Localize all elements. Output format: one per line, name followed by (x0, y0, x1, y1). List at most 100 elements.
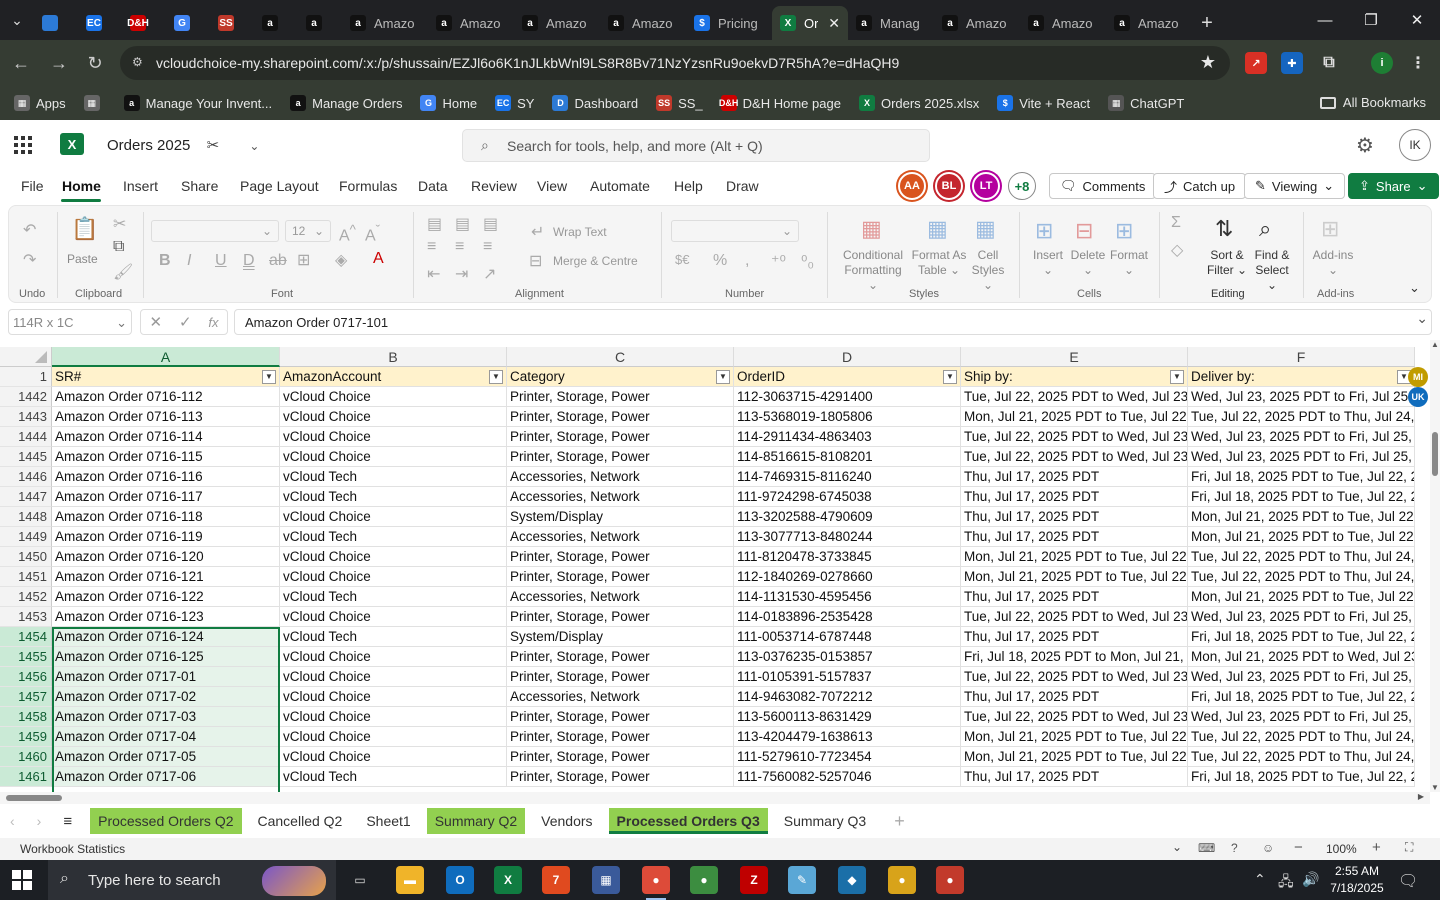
merge-centre-label[interactable]: Merge & Centre (553, 254, 638, 268)
table-cell[interactable]: 111-7560082-5257046 (734, 767, 961, 787)
table-cell[interactable]: Amazon Order 0717-03 (52, 707, 280, 727)
minimize-icon[interactable]: — (1302, 0, 1348, 40)
align-center-icon[interactable]: ≡ (455, 238, 464, 256)
merge-icon[interactable]: ⊟ (529, 251, 542, 271)
chevron-down-icon[interactable]: ⌄ (249, 139, 259, 153)
table-cell[interactable]: Wed, Jul 23, 2025 PDT to Fri, Jul 25, 2 … (1188, 427, 1415, 447)
table-cell[interactable]: vCloud Choice (280, 387, 507, 407)
table-cell[interactable]: Mon, Jul 21, 2025 PDT to Tue, Jul 22, 2 (961, 407, 1188, 427)
browser-tab[interactable]: D&H (122, 6, 166, 40)
addins-button[interactable]: Add-ins ⌄ (1311, 248, 1355, 278)
vertical-scrollbar[interactable]: ▲ ▼ (1430, 340, 1440, 792)
table-cell[interactable]: 113-3077713-8480244 (734, 527, 961, 547)
table-cell[interactable]: Amazon Order 0716-123 (52, 607, 280, 627)
browser-tab[interactable]: a Amazo (1106, 6, 1192, 40)
table-cell[interactable]: Tue, Jul 22, 2025 PDT to Thu, Jul 24, 20… (1188, 727, 1415, 747)
bookmark-item[interactable]: ▦ (83, 95, 106, 111)
table-cell[interactable]: Printer, Storage, Power (507, 607, 734, 627)
format-as-table-label[interactable]: Format As Table ⌄ (907, 248, 971, 278)
table-cell[interactable]: Mon, Jul 21, 2025 PDT to Tue, Jul 22, 2 (961, 567, 1188, 587)
user-avatar[interactable]: IK (1399, 129, 1431, 161)
cell-styles-label[interactable]: Cell Styles ⌄ (965, 248, 1011, 293)
tab-home[interactable]: Home (62, 178, 101, 194)
table-cell[interactable]: vCloud Choice (280, 687, 507, 707)
table-cell[interactable]: vCloud Choice (280, 727, 507, 747)
table-cell[interactable]: 114-9463082-7072212 (734, 687, 961, 707)
calculator-icon[interactable]: ▦ (592, 866, 620, 894)
sheet-tab[interactable]: Sheet1 (358, 808, 418, 834)
select-all-corner[interactable] (0, 347, 52, 367)
next-sheet-icon[interactable]: › (37, 813, 42, 829)
table-cell[interactable]: Mon, Jul 21, 2025 PDT to Tue, Jul 22, 2 … (1188, 587, 1415, 607)
table-cell[interactable]: vCloud Choice (280, 647, 507, 667)
table-cell[interactable]: Amazon Order 0716-115 (52, 447, 280, 467)
table-cell[interactable]: Fri, Jul 18, 2025 PDT to Tue, Jul 22, 20… (1188, 467, 1415, 487)
row-header[interactable]: 1457 (0, 687, 52, 707)
table-cell[interactable]: Printer, Storage, Power (507, 727, 734, 747)
browser-tab[interactable] (34, 6, 78, 40)
table-cell[interactable]: Amazon Order 0716-112 (52, 387, 280, 407)
bold-icon[interactable]: B (159, 252, 171, 270)
find-select-button[interactable]: Find & Select ⌄ (1249, 248, 1295, 293)
sort-filter-button[interactable]: Sort & Filter ⌄ (1205, 248, 1249, 278)
back-button[interactable]: ← (8, 50, 34, 76)
keyboard-icon[interactable]: ⌨ (1198, 841, 1215, 855)
bookmark-item[interactable]: X Orders 2025.xlsx (858, 95, 979, 111)
insert-cells-label[interactable]: Insert ⌄ (1029, 248, 1067, 278)
table-cell[interactable]: Printer, Storage, Power (507, 667, 734, 687)
wrap-text-icon[interactable]: ↵ (531, 222, 544, 242)
table-header-cell[interactable]: Category ▼ (507, 367, 734, 387)
extension-shield-icon[interactable]: ✚ (1281, 52, 1303, 74)
row-header[interactable]: 1446 (0, 467, 52, 487)
table-cell[interactable]: 113-5600113-8631429 (734, 707, 961, 727)
table-cell[interactable]: Printer, Storage, Power (507, 447, 734, 467)
redo-icon[interactable]: ↷ (23, 250, 36, 270)
row-header[interactable]: 1442 (0, 387, 52, 407)
coauthor-avatar[interactable]: BL (935, 172, 963, 200)
collaborator-presence-badge[interactable]: UK (1408, 387, 1428, 407)
sheet-tab[interactable]: Summary Q3 (776, 808, 874, 834)
row-header[interactable]: 1445 (0, 447, 52, 467)
table-cell[interactable]: Amazon Order 0716-119 (52, 527, 280, 547)
table-cell[interactable]: Amazon Order 0716-114 (52, 427, 280, 447)
table-cell[interactable]: Amazon Order 0716-124 (52, 627, 280, 647)
table-cell[interactable]: Printer, Storage, Power (507, 387, 734, 407)
table-cell[interactable]: Printer, Storage, Power (507, 647, 734, 667)
table-cell[interactable]: Amazon Order 0717-06 (52, 767, 280, 787)
search-input[interactable]: ⌕ Search for tools, help, and more (Alt … (462, 129, 930, 162)
table-cell[interactable]: Printer, Storage, Power (507, 427, 734, 447)
table-cell[interactable]: Tue, Jul 22, 2025 PDT to Wed, Jul 23, 2 (961, 387, 1188, 407)
column-header-e[interactable]: E (961, 347, 1188, 367)
table-header-cell[interactable]: OrderID ▼ (734, 367, 961, 387)
cut-icon[interactable]: ✂ (113, 214, 126, 234)
ribbon-collapse-icon[interactable]: ⌄ (1409, 280, 1420, 296)
table-cell[interactable]: Amazon Order 0716-117 (52, 487, 280, 507)
forward-button[interactable]: → (46, 50, 72, 76)
table-header-cell[interactable]: AmazonAccount ▼ (280, 367, 507, 387)
table-cell[interactable]: Accessories, Network (507, 587, 734, 607)
file-explorer-icon[interactable]: ▬ (396, 866, 424, 894)
table-cell[interactable]: Tue, Jul 22, 2025 PDT to Wed, Jul 23, 2 (961, 607, 1188, 627)
table-cell[interactable]: Fri, Jul 18, 2025 PDT to Tue, Jul 22, 20… (1188, 687, 1415, 707)
fill-color-icon[interactable]: ◈ (335, 250, 347, 270)
table-cell[interactable]: Accessories, Network (507, 487, 734, 507)
volume-icon[interactable]: 🔊 (1302, 871, 1319, 888)
table-cell[interactable]: Printer, Storage, Power (507, 407, 734, 427)
extension-arrow-icon[interactable]: ↗ (1245, 52, 1267, 74)
find-select-icon[interactable]: ⌕ (1259, 216, 1271, 242)
table-cell[interactable]: vCloud Tech (280, 487, 507, 507)
row-header[interactable]: 1450 (0, 547, 52, 567)
paste-icon[interactable]: 📋 (71, 216, 98, 242)
help-icon[interactable]: ? (1231, 841, 1238, 855)
table-cell[interactable]: Amazon Order 0717-02 (52, 687, 280, 707)
table-cell[interactable]: 111-9724298-6745038 (734, 487, 961, 507)
table-cell[interactable]: 111-8120478-3733845 (734, 547, 961, 567)
tab-help[interactable]: Help (674, 178, 703, 194)
table-cell[interactable]: Fri, Jul 18, 2025 PDT to Tue, Jul 22, 20… (1188, 627, 1415, 647)
table-cell[interactable]: Thu, Jul 17, 2025 PDT (961, 627, 1188, 647)
table-cell[interactable]: Mon, Jul 21, 2025 PDT to Tue, Jul 22, 2 (961, 727, 1188, 747)
copy-icon[interactable]: ⧉ (113, 238, 124, 256)
chrome-3-icon[interactable]: ● (888, 866, 916, 894)
excel-icon[interactable]: X (494, 866, 522, 894)
table-cell[interactable]: Mon, Jul 21, 2025 PDT to Tue, Jul 22, 2 (961, 747, 1188, 767)
